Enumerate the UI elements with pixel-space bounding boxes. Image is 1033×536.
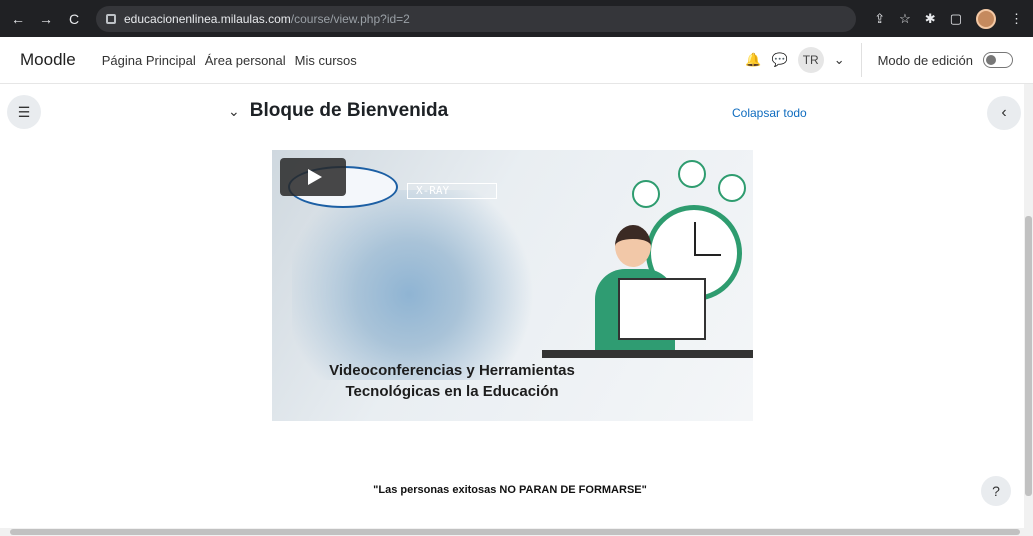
site-brand[interactable]: Moodle [20,50,76,70]
edit-mode-label: Modo de edición [877,52,973,68]
address-bar[interactable]: educacionenlinea.milaulas.com /course/vi… [96,5,856,32]
background-glow [292,190,552,380]
primary-navigation: Página Principal Área personal Mis curso… [102,53,357,68]
caption-line-2: Tecnológicas en la Educación [345,383,559,400]
section-collapse-icon[interactable]: ⌄ [228,103,240,120]
sidepanel-icon[interactable]: ▢ [950,11,962,27]
person-head [615,225,651,267]
motivational-quote: "Las personas exitosas NO PARAN DE FORMA… [373,484,647,496]
monitor-icon [618,278,706,340]
welcome-video[interactable]: X-RAY Videoconferencias y Herramientas T… [272,150,753,421]
help-button[interactable]: ? [981,476,1011,506]
chart-icon [632,180,660,208]
scrollbar-thumb[interactable] [1025,216,1032,496]
desk-shape [542,350,753,358]
lock-icon [106,13,116,24]
share-icon[interactable]: ⇪ [874,11,885,27]
url-path: /course/view.php?id=2 [290,11,410,26]
mail-icon [678,160,706,188]
notification-bell-icon[interactable]: 🔔 [745,52,761,68]
chevron-left-icon: ‹ [1001,104,1007,121]
section-header: ⌄ Bloque de Bienvenida [228,100,448,122]
nav-home[interactable]: Página Principal [102,53,196,68]
divider [860,43,862,77]
nav-dashboard[interactable]: Área personal [205,53,286,68]
forward-icon[interactable]: → [38,11,54,27]
extensions-icon[interactable]: ✱ [925,11,936,27]
section-title: Bloque de Bienvenida [249,100,449,121]
profile-icon[interactable] [976,8,996,29]
list-icon: ☰ [17,103,31,120]
menu-icon[interactable]: ⋮ [1010,11,1023,27]
scrollbar-thumb[interactable] [10,529,1020,535]
vertical-scrollbar[interactable] [1024,84,1033,528]
star-icon[interactable]: ☆ [899,11,911,27]
course-content: ☰ ‹ ⌄ Bloque de Bienvenida Colapsar todo… [0,84,1033,536]
edit-mode-toggle[interactable] [983,52,1013,68]
xray-label: X-RAY [407,183,497,199]
moodle-navbar: Moodle Página Principal Área personal Mi… [0,37,1033,84]
user-avatar[interactable]: TR [797,47,824,73]
block-drawer-button[interactable]: ‹ [987,96,1021,130]
collapse-all-link[interactable]: Colapsar todo [732,106,807,120]
back-icon[interactable]: ← [10,11,26,27]
chevron-down-icon[interactable]: ⌄ [834,52,845,68]
caption-line-1: Videoconferencias y Herramientas [329,362,575,379]
url-host: educacionenlinea.milaulas.com [124,11,291,26]
messages-icon[interactable]: 💬 [772,52,788,68]
play-button[interactable] [280,158,346,196]
course-index-button[interactable]: ☰ [7,95,41,129]
group-icon [718,174,746,202]
nav-my-courses[interactable]: Mis cursos [295,53,357,68]
video-caption: Videoconferencias y Herramientas Tecnoló… [282,360,622,402]
reload-icon[interactable]: C [66,11,82,27]
browser-toolbar: ← → C educacionenlinea.milaulas.com /cou… [0,0,1033,37]
horizontal-scrollbar[interactable] [0,528,1033,536]
